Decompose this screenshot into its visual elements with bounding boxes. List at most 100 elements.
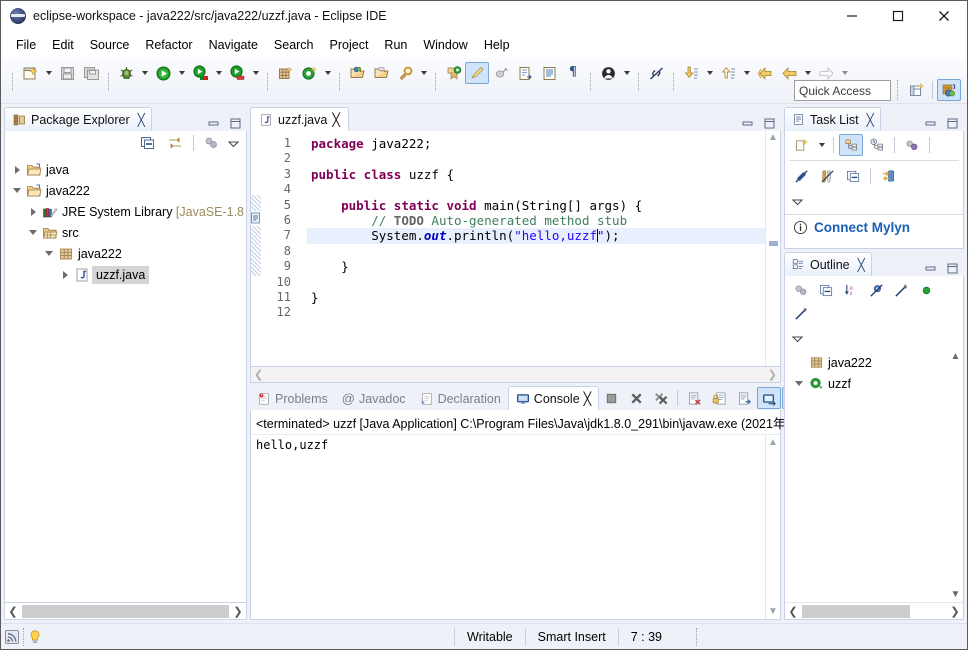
twisty-down-icon[interactable] xyxy=(9,188,25,193)
skip-breakpoints-icon[interactable] xyxy=(465,62,489,84)
scroll-down-icon[interactable]: ▼ xyxy=(951,589,961,600)
new-wizard-dropdown[interactable] xyxy=(42,62,55,84)
new-task-menu-icon[interactable] xyxy=(815,134,828,156)
close-icon[interactable]: ╳ xyxy=(858,258,865,272)
menu-navigate[interactable]: Navigate xyxy=(201,35,266,55)
paragraph-mark-icon[interactable]: ¶ xyxy=(561,61,585,83)
scroll-up-icon[interactable]: ▲ xyxy=(768,133,778,143)
run-last-tool-dropdown[interactable] xyxy=(212,62,225,84)
debug-dropdown[interactable] xyxy=(138,62,151,84)
tab-console[interactable]: Console ╳ xyxy=(507,386,600,410)
view-menu-icon[interactable] xyxy=(200,132,224,154)
console-output-area[interactable]: hello,uzzf ▲ ▼ xyxy=(251,435,780,619)
outline-hscrollbar[interactable]: ❮ ❯ xyxy=(785,602,963,619)
lightbulb-icon[interactable] xyxy=(24,629,46,645)
tab-problems[interactable]: Problems xyxy=(250,387,335,410)
hide-local-types-icon[interactable]: L xyxy=(789,302,813,324)
hide-static-icon[interactable]: S xyxy=(889,279,913,301)
scroll-right-icon[interactable]: ❯ xyxy=(768,368,777,381)
editor-folding-ruler[interactable] xyxy=(295,131,307,366)
java-perspective-icon[interactable] xyxy=(937,79,961,101)
open-task-icon[interactable] xyxy=(369,62,393,84)
connect-mylyn-row[interactable]: Connect Mylyn xyxy=(785,214,963,240)
scroll-down-icon[interactable]: ▼ xyxy=(768,606,778,617)
word-wrap-icon[interactable] xyxy=(732,387,756,409)
remove-all-launches-icon[interactable] xyxy=(649,387,673,409)
run-icon[interactable] xyxy=(151,62,175,84)
run-last-tool-icon[interactable] xyxy=(188,62,212,84)
maximize-icon[interactable] xyxy=(944,115,960,131)
new-annotation-icon[interactable] xyxy=(489,62,513,84)
debug-icon[interactable] xyxy=(114,62,138,84)
previous-annotation-icon[interactable] xyxy=(716,62,740,84)
tab-javadoc[interactable]: @ Javadoc xyxy=(335,387,413,410)
new-task-icon[interactable] xyxy=(789,134,813,156)
minimize-icon[interactable] xyxy=(922,115,938,131)
tree-item-package-java222[interactable]: java222 xyxy=(5,243,246,264)
tab-declaration[interactable]: Declaration xyxy=(413,387,508,410)
view-menu-icon[interactable] xyxy=(791,190,804,212)
menu-help[interactable]: Help xyxy=(476,35,518,55)
overview-marker[interactable] xyxy=(769,241,778,246)
view-menu-icon[interactable] xyxy=(791,327,804,349)
twisty-down-icon[interactable] xyxy=(791,381,807,386)
editor-code-area[interactable]: package java222; public class uzzf { pub… xyxy=(307,131,765,366)
close-icon[interactable]: ╳ xyxy=(584,391,592,406)
my-tasks-icon[interactable] xyxy=(815,165,839,187)
back-history-icon[interactable] xyxy=(753,62,777,84)
terminate-icon[interactable] xyxy=(599,387,623,409)
close-button[interactable] xyxy=(921,1,967,32)
menu-window[interactable]: Window xyxy=(415,35,475,55)
minimize-icon[interactable] xyxy=(739,115,755,131)
tab-task-list[interactable]: Task List ╳ xyxy=(784,107,881,131)
scheduled-presentation-icon[interactable] xyxy=(865,134,889,156)
user-dropdown[interactable] xyxy=(620,62,633,84)
show-whitespace-icon[interactable] xyxy=(513,62,537,84)
user-icon[interactable] xyxy=(596,62,620,84)
menu-refactor[interactable]: Refactor xyxy=(137,35,200,55)
maximize-button[interactable] xyxy=(875,1,921,32)
editor-hscrollbar[interactable]: ❮ ❯ xyxy=(250,367,781,383)
tab-uzzf-java[interactable]: uzzf.java ╳ xyxy=(250,107,349,131)
next-annotation-dropdown[interactable] xyxy=(703,62,716,84)
hscroll-thumb[interactable] xyxy=(802,604,910,618)
menu-search[interactable]: Search xyxy=(266,35,322,55)
show-console-on-output-icon[interactable] xyxy=(757,387,782,409)
link-broken-icon[interactable] xyxy=(644,62,668,84)
run-dropdown[interactable] xyxy=(175,62,188,84)
close-icon[interactable]: ╳ xyxy=(867,113,874,127)
save-all-icon[interactable] xyxy=(79,62,103,84)
new-java-package-icon[interactable] xyxy=(273,62,297,84)
package-explorer-hscrollbar[interactable]: ❮ ❯ xyxy=(4,603,247,620)
coverage-dropdown[interactable] xyxy=(249,62,262,84)
tree-item-uzzf-java[interactable]: uzzf.java xyxy=(5,264,246,285)
close-icon[interactable]: ╳ xyxy=(332,112,340,127)
collapse-all-icon[interactable] xyxy=(136,132,160,154)
pilcrow-icon[interactable] xyxy=(537,62,561,84)
menu-run[interactable]: Run xyxy=(376,35,415,55)
scroll-right-icon[interactable]: ❯ xyxy=(947,605,963,618)
twisty-right-icon[interactable] xyxy=(57,270,73,279)
maximize-icon[interactable] xyxy=(944,260,960,276)
new-class-icon[interactable] xyxy=(297,62,321,84)
view-chevron-icon[interactable] xyxy=(227,132,240,154)
new-wizard-icon[interactable] xyxy=(18,62,42,84)
close-icon[interactable]: ╳ xyxy=(138,113,145,127)
categorized-presentation-icon[interactable] xyxy=(839,134,863,156)
save-icon[interactable] xyxy=(55,62,79,84)
tree-item-java222[interactable]: java222 xyxy=(5,180,246,201)
focus-on-workweek-icon[interactable] xyxy=(900,134,924,156)
scroll-up-icon[interactable]: ▲ xyxy=(951,351,961,362)
twisty-down-icon[interactable] xyxy=(25,230,41,235)
collapse-all-icon[interactable] xyxy=(841,165,865,187)
search-dropdown[interactable] xyxy=(417,62,430,84)
tab-outline[interactable]: Outline ╳ xyxy=(784,252,872,276)
open-type-icon[interactable] xyxy=(345,62,369,84)
outline-item-uzzf[interactable]: uzzf xyxy=(785,373,948,394)
new-class-dropdown[interactable] xyxy=(321,62,334,84)
twisty-down-icon[interactable] xyxy=(41,251,57,256)
scroll-left-icon[interactable]: ❮ xyxy=(785,605,801,618)
hscroll-thumb[interactable] xyxy=(22,604,229,618)
scroll-left-icon[interactable]: ❮ xyxy=(254,368,263,381)
scroll-right-icon[interactable]: ❯ xyxy=(230,605,246,618)
